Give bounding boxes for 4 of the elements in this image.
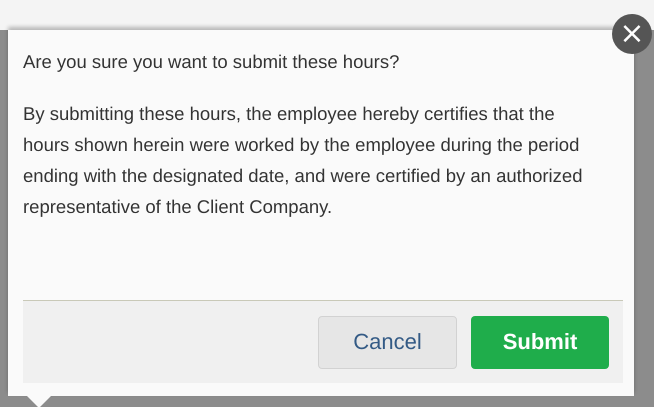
dialog-question: Are you sure you want to submit these hours? — [23, 50, 400, 74]
dialog-statement: By submitting these hours, the employee hereby certifies that the hours shown herein were worked by the employee during the period ending with the designated date, and were certified by an authorized representative of the Client Company. — [23, 102, 584, 219]
submit-button[interactable]: Submit — [471, 316, 609, 368]
cancel-button[interactable]: Cancel — [318, 316, 457, 368]
